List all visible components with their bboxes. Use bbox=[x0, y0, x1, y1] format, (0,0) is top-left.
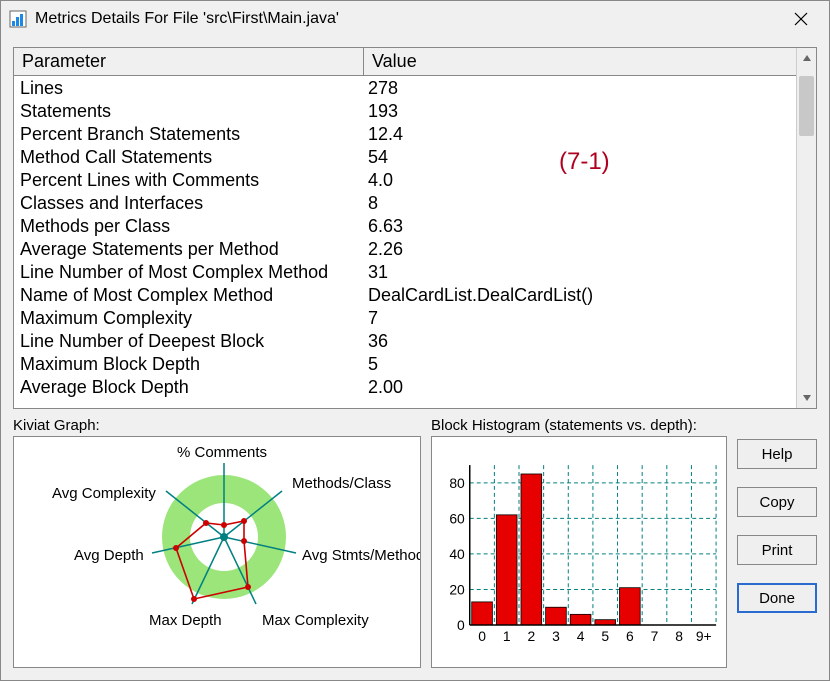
vertical-scrollbar[interactable] bbox=[796, 48, 816, 408]
titlebar: Metrics Details For File 'src\First\Main… bbox=[1, 1, 829, 37]
scroll-up-arrow[interactable] bbox=[797, 48, 816, 68]
kiviat-axis-maxcomp: Max Complexity bbox=[262, 612, 369, 629]
parameter-cell: Line Number of Deepest Block bbox=[14, 331, 364, 354]
col-parameter[interactable]: Parameter bbox=[14, 48, 364, 75]
svg-text:20: 20 bbox=[449, 581, 465, 597]
parameter-cell: Classes and Interfaces bbox=[14, 193, 364, 216]
svg-text:40: 40 bbox=[449, 546, 465, 562]
help-button[interactable]: Help bbox=[737, 439, 817, 469]
metrics-table: Parameter Value Lines278Statements193Per… bbox=[13, 47, 817, 409]
close-button[interactable] bbox=[781, 5, 821, 33]
value-cell: 193 bbox=[364, 101, 796, 124]
table-row[interactable]: Average Block Depth2.00 bbox=[14, 377, 796, 400]
parameter-cell: Line Number of Most Complex Method bbox=[14, 262, 364, 285]
table-row[interactable]: Percent Branch Statements12.4 bbox=[14, 124, 796, 147]
kiviat-label: Kiviat Graph: bbox=[13, 417, 421, 434]
table-row[interactable]: Line Number of Deepest Block36 bbox=[14, 331, 796, 354]
svg-text:0: 0 bbox=[478, 628, 486, 644]
value-cell: 2.26 bbox=[364, 239, 796, 262]
scroll-thumb[interactable] bbox=[799, 76, 814, 136]
table-row[interactable]: Statements193 bbox=[14, 101, 796, 124]
value-cell: DealCardList.DealCardList() bbox=[364, 285, 796, 308]
table-row[interactable]: Line Number of Most Complex Method31 bbox=[14, 262, 796, 285]
table-row[interactable]: Methods per Class6.63 bbox=[14, 216, 796, 239]
parameter-cell: Methods per Class bbox=[14, 216, 364, 239]
value-cell: 12.4 bbox=[364, 124, 796, 147]
value-cell: 31 bbox=[364, 262, 796, 285]
parameter-cell: Maximum Complexity bbox=[14, 308, 364, 331]
kiviat-axis-stmts: Avg Stmts/Method bbox=[302, 547, 421, 564]
svg-text:5: 5 bbox=[601, 628, 609, 644]
svg-text:2: 2 bbox=[527, 628, 535, 644]
svg-text:0: 0 bbox=[457, 617, 465, 633]
parameter-cell: Lines bbox=[14, 78, 364, 101]
table-header: Parameter Value bbox=[14, 48, 796, 76]
value-cell: 6.63 bbox=[364, 216, 796, 239]
chevron-down-icon bbox=[802, 393, 812, 403]
svg-text:8: 8 bbox=[675, 628, 683, 644]
kiviat-axis-comments: % Comments bbox=[177, 444, 267, 461]
parameter-cell: Percent Branch Statements bbox=[14, 124, 364, 147]
svg-text:1: 1 bbox=[503, 628, 511, 644]
value-cell: 278 bbox=[364, 78, 796, 101]
content-area: Parameter Value Lines278Statements193Per… bbox=[1, 37, 829, 680]
histogram-label: Block Histogram (statements vs. depth): bbox=[431, 417, 727, 434]
scroll-down-arrow[interactable] bbox=[797, 388, 816, 408]
histogram-chart: 0 20 40 60 80 0 12 3 45 6 78 9+ bbox=[431, 436, 727, 668]
kiviat-graph: % Comments Methods/Class Avg Stmts/Metho… bbox=[13, 436, 421, 668]
table-row[interactable]: Method Call Statements54 bbox=[14, 147, 796, 170]
kiviat-axis-methods: Methods/Class bbox=[292, 475, 391, 492]
kiviat-axis-maxdepth: Max Depth bbox=[149, 612, 222, 629]
svg-text:3: 3 bbox=[552, 628, 560, 644]
value-cell: 36 bbox=[364, 331, 796, 354]
parameter-cell: Name of Most Complex Method bbox=[14, 285, 364, 308]
chevron-up-icon bbox=[802, 53, 812, 63]
kiviat-axis-avgdepth: Avg Depth bbox=[74, 547, 144, 564]
svg-text:60: 60 bbox=[449, 510, 465, 526]
parameter-cell: Maximum Block Depth bbox=[14, 354, 364, 377]
done-button[interactable]: Done bbox=[737, 583, 817, 613]
svg-text:9+: 9+ bbox=[696, 628, 712, 644]
histogram-panel: Block Histogram (statements vs. depth): … bbox=[431, 417, 727, 668]
parameter-cell: Method Call Statements bbox=[14, 147, 364, 170]
kiviat-panel: Kiviat Graph: bbox=[13, 417, 421, 668]
copy-button[interactable]: Copy bbox=[737, 487, 817, 517]
bottom-row: Kiviat Graph: bbox=[13, 417, 817, 668]
table-row[interactable]: Classes and Interfaces8 bbox=[14, 193, 796, 216]
button-column: Help Copy Print Done bbox=[737, 417, 817, 668]
table-row[interactable]: Name of Most Complex MethodDealCardList.… bbox=[14, 285, 796, 308]
table-row[interactable]: Maximum Complexity7 bbox=[14, 308, 796, 331]
col-value[interactable]: Value bbox=[364, 48, 796, 75]
parameter-cell: Statements bbox=[14, 101, 364, 124]
table-row[interactable]: Percent Lines with Comments4.0 bbox=[14, 170, 796, 193]
svg-text:80: 80 bbox=[449, 475, 465, 491]
table-body: Lines278Statements193Percent Branch Stat… bbox=[14, 76, 796, 402]
table-row[interactable]: Maximum Block Depth5 bbox=[14, 354, 796, 377]
parameter-cell: Percent Lines with Comments bbox=[14, 170, 364, 193]
value-cell: 7 bbox=[364, 308, 796, 331]
svg-text:7: 7 bbox=[651, 628, 659, 644]
svg-text:4: 4 bbox=[577, 628, 585, 644]
table-row[interactable]: Average Statements per Method2.26 bbox=[14, 239, 796, 262]
parameter-cell: Average Statements per Method bbox=[14, 239, 364, 262]
kiviat-axis-avgcomp: Avg Complexity bbox=[52, 485, 156, 502]
close-icon bbox=[794, 12, 808, 26]
svg-text:6: 6 bbox=[626, 628, 634, 644]
app-icon bbox=[9, 10, 27, 28]
value-cell: 2.00 bbox=[364, 377, 796, 400]
value-cell: 5 bbox=[364, 354, 796, 377]
overlay-annotation: (7-1) bbox=[559, 148, 610, 176]
print-button[interactable]: Print bbox=[737, 535, 817, 565]
value-cell: 8 bbox=[364, 193, 796, 216]
window: Metrics Details For File 'src\First\Main… bbox=[0, 0, 830, 681]
table-row[interactable]: Lines278 bbox=[14, 78, 796, 101]
window-title: Metrics Details For File 'src\First\Main… bbox=[35, 10, 781, 28]
parameter-cell: Average Block Depth bbox=[14, 377, 364, 400]
